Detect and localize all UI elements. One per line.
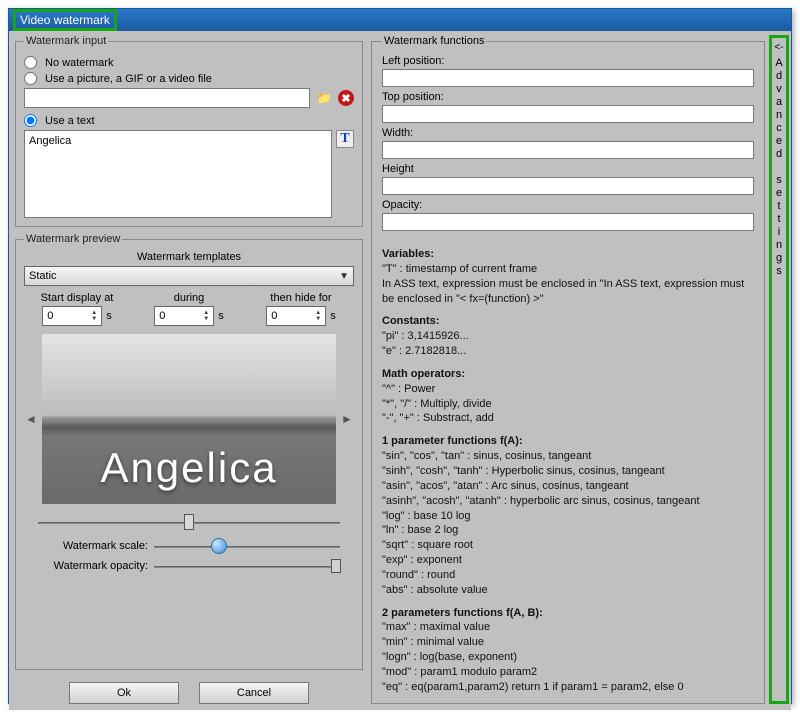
hide-for-unit: s (330, 310, 336, 322)
hide-for-value: 0 (271, 310, 277, 322)
start-display-label: Start display at (41, 292, 114, 304)
preview-prev-arrow[interactable]: ◄ (24, 404, 38, 434)
opacity-label: Opacity: (382, 199, 754, 211)
radio-use-file-label: Use a picture, a GIF or a video file (45, 73, 212, 85)
watermark-opacity-slider[interactable] (154, 558, 340, 574)
watermark-scale-label: Watermark scale: (38, 540, 148, 552)
top-position-input[interactable] (382, 105, 754, 123)
chevron-down-icon: ▼ (339, 271, 349, 282)
advanced-settings-toggle[interactable]: <- Advanced settings (769, 35, 789, 704)
hide-for-spin[interactable]: 0 ▲▼ (266, 306, 326, 326)
radio-no-watermark[interactable]: No watermark (24, 56, 354, 69)
window-title: Video watermark (13, 9, 117, 31)
start-display-spin[interactable]: 0 ▲▼ (42, 306, 102, 326)
height-input[interactable] (382, 177, 754, 195)
preview-image: Angelica (42, 334, 336, 504)
watermark-input-group: Watermark input No watermark Use a pictu… (15, 35, 363, 227)
video-watermark-window: Video watermark Watermark input No water… (8, 8, 792, 704)
opacity-input[interactable] (382, 213, 754, 231)
radio-use-file[interactable]: Use a picture, a GIF or a video file (24, 72, 354, 85)
watermark-opacity-label: Watermark opacity: (38, 560, 148, 572)
watermark-functions-legend: Watermark functions (382, 35, 486, 47)
radio-use-file-input[interactable] (24, 72, 37, 85)
preview-next-arrow[interactable]: ► (340, 404, 354, 434)
cancel-button[interactable]: Cancel (199, 682, 309, 704)
width-label: Width: (382, 127, 754, 139)
start-display-value: 0 (47, 310, 53, 322)
radio-use-text-label: Use a text (45, 115, 95, 127)
preview-position-slider[interactable] (38, 512, 340, 532)
width-input[interactable] (382, 141, 754, 159)
watermark-scale-slider[interactable] (154, 538, 340, 554)
radio-use-text[interactable]: Use a text (24, 114, 354, 127)
watermark-input-legend: Watermark input (24, 35, 108, 47)
text-style-icon[interactable]: T (336, 130, 354, 148)
height-label: Height (382, 163, 754, 175)
radio-no-watermark-label: No watermark (45, 57, 113, 69)
titlebar: Video watermark (9, 9, 791, 31)
during-value: 0 (159, 310, 165, 322)
chevron-left-icon: <- (774, 42, 783, 53)
left-position-input[interactable] (382, 69, 754, 87)
watermark-preview-group: Watermark preview Watermark templates St… (15, 233, 363, 670)
clear-file-icon[interactable]: ✖ (338, 90, 354, 106)
file-path-input[interactable] (24, 88, 310, 108)
hide-for-label: then hide for (270, 292, 331, 304)
radio-use-text-input[interactable] (24, 114, 37, 127)
top-position-label: Top position: (382, 91, 754, 103)
during-unit: s (218, 310, 224, 322)
during-label: during (174, 292, 205, 304)
radio-no-watermark-input[interactable] (24, 56, 37, 69)
template-combo[interactable]: Static ▼ (24, 266, 354, 286)
functions-help-text: Variables: "T" : timestamp of current fr… (382, 239, 754, 695)
during-spin[interactable]: 0 ▲▼ (154, 306, 214, 326)
preview-watermark-text: Angelica (100, 444, 277, 492)
watermark-preview-legend: Watermark preview (24, 233, 122, 245)
watermark-templates-label: Watermark templates (24, 251, 354, 263)
watermark-text-input[interactable]: Angelica (24, 130, 332, 218)
template-combo-value: Static (29, 270, 57, 282)
left-position-label: Left position: (382, 55, 754, 67)
watermark-functions-group: Watermark functions Left position: Top p… (371, 35, 765, 704)
ok-button[interactable]: Ok (69, 682, 179, 704)
start-display-unit: s (106, 310, 112, 322)
browse-file-icon[interactable]: 📁 (314, 88, 334, 108)
